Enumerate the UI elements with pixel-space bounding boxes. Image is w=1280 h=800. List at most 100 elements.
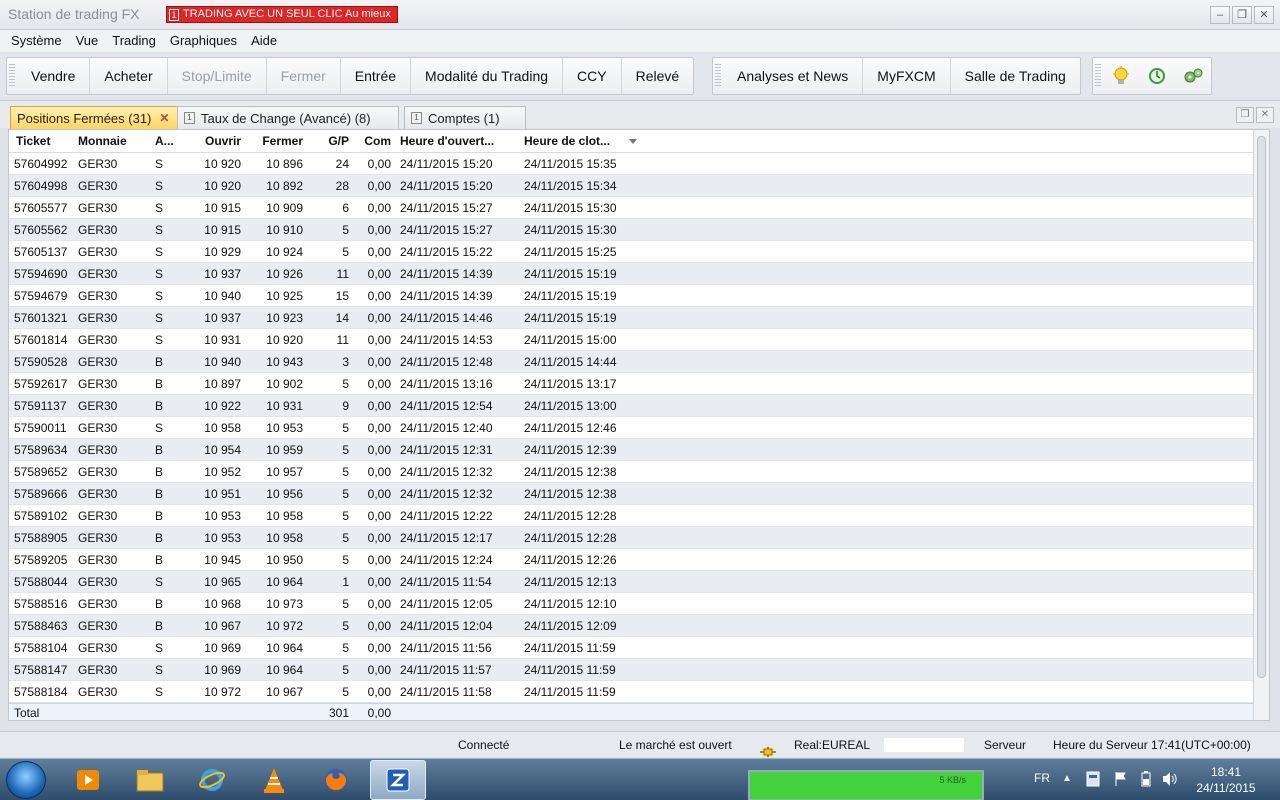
table-row[interactable]: 57588044 GER30 S 10 965 10 964 1 0,00 24/11/201…: [9, 571, 1254, 593]
cell-ticket: 57594679: [14, 289, 68, 303]
start-button[interactable]: [6, 761, 46, 799]
myfxcm-button[interactable]: MyFXCM: [863, 58, 951, 94]
cell-heure-ouverture: 24/11/2015 12:31: [400, 443, 493, 457]
modalite-trading-button[interactable]: Modalité du Trading: [411, 58, 564, 94]
minimize-button[interactable]: –: [1210, 6, 1230, 24]
col-action[interactable]: A...: [155, 130, 185, 153]
table-row[interactable]: 57588516 GER30 B 10 968 10 973 5 0,00 24/11/201…: [9, 593, 1254, 615]
close-button[interactable]: ✕: [1254, 6, 1274, 24]
net-speed-label: 5 KB/s: [939, 775, 966, 785]
toolbar-grip[interactable]: [715, 64, 721, 88]
cell-heure-ouverture: 24/11/2015 14:39: [400, 289, 493, 303]
menu-systeme[interactable]: Système: [4, 30, 69, 52]
ccy-button[interactable]: CCY: [563, 58, 622, 94]
table-row[interactable]: 57589634 GER30 B 10 954 10 959 5 0,00 24/11/201…: [9, 439, 1254, 461]
vlc-icon[interactable]: [246, 760, 302, 800]
fxcm-app-icon[interactable]: [370, 760, 426, 800]
table-row[interactable]: 57601321 GER30 S 10 937 10 923 14 0,00 24/11/20…: [9, 307, 1254, 329]
cell-ouvrir: 10 937: [204, 311, 241, 325]
toolbar-grip[interactable]: [1095, 64, 1101, 88]
menu-vue[interactable]: Vue: [69, 30, 106, 52]
table-row[interactable]: 57588905 GER30 B 10 953 10 958 5 0,00 24/11/201…: [9, 527, 1254, 549]
table-row[interactable]: 57589205 GER30 B 10 945 10 950 5 0,00 24/11/201…: [9, 549, 1254, 571]
language-indicator[interactable]: FR: [1034, 771, 1050, 785]
cell-gp: 5: [342, 465, 349, 479]
lightbulb-icon[interactable]: [1103, 58, 1139, 94]
table-row[interactable]: 57604998 GER30 S 10 920 10 892 28 0,00 24/11/20…: [9, 175, 1254, 197]
cell-gp: 5: [342, 663, 349, 677]
col-heure-ouverture[interactable]: Heure d'ouvert...: [400, 130, 522, 153]
network-meter-widget[interactable]: 5 KB/s: [748, 770, 984, 800]
clock[interactable]: 18:41 24/11/2015: [1196, 765, 1256, 795]
tab-taux-de-change[interactable]: 1 Taux de Change (Avancé) (8): [177, 106, 399, 129]
close-tab-icon[interactable]: ✕: [159, 108, 169, 129]
cell-gp: 3: [342, 355, 349, 369]
analyses-news-button[interactable]: Analyses et News: [723, 58, 864, 94]
gears-icon[interactable]: [1175, 58, 1211, 94]
acheter-button[interactable]: Acheter: [90, 58, 168, 94]
cell-com: 0,00: [367, 311, 391, 325]
col-com[interactable]: Com: [355, 130, 391, 153]
entree-button[interactable]: Entrée: [341, 58, 412, 94]
col-fermer[interactable]: Fermer: [245, 130, 303, 153]
clock-refresh-icon[interactable]: [1139, 58, 1175, 94]
menu-trading[interactable]: Trading: [105, 30, 163, 52]
pane-restore-button[interactable]: ❐: [1236, 107, 1254, 123]
col-monnaie[interactable]: Monnaie: [78, 130, 148, 153]
menu-graphiques[interactable]: Graphiques: [163, 30, 244, 52]
cell-heure-cloture: 24/11/2015 15:19: [524, 311, 617, 325]
table-row[interactable]: 57589652 GER30 B 10 952 10 957 5 0,00 24/11/201…: [9, 461, 1254, 483]
action-center-flag-icon[interactable]: [1114, 771, 1128, 790]
table-row[interactable]: 57594690 GER30 S 10 937 10 926 11 0,00 24/11/20…: [9, 263, 1254, 285]
table-row[interactable]: 57591137 GER30 B 10 922 10 931 9 0,00 24/11/201…: [9, 395, 1254, 417]
cell-gp: 5: [342, 509, 349, 523]
cell-heure-ouverture: 24/11/2015 12:22: [400, 509, 493, 523]
table-row[interactable]: 57604992 GER30 S 10 920 10 896 24 0,00 24/11/20…: [9, 153, 1254, 175]
salle-trading-button[interactable]: Salle de Trading: [951, 58, 1080, 94]
status-bar: Connecté Le marché est ouvert Real:EUREA…: [0, 731, 1280, 757]
media-player-icon[interactable]: [60, 760, 116, 800]
table-row[interactable]: 57590011 GER30 S 10 958 10 953 5 0,00 24/11/201…: [9, 417, 1254, 439]
table-row[interactable]: 57588184 GER30 S 10 972 10 967 5 0,00 24/11/201…: [9, 681, 1254, 703]
internet-explorer-icon[interactable]: [184, 760, 240, 800]
toolbar-grip[interactable]: [9, 64, 15, 88]
file-explorer-icon[interactable]: [122, 760, 178, 800]
table-row[interactable]: 57601814 GER30 S 10 931 10 920 11 0,00 24/11/20…: [9, 329, 1254, 351]
tab-label: Comptes (1): [428, 110, 500, 126]
fermer-button[interactable]: Fermer: [267, 58, 341, 94]
cell-gp: 5: [342, 553, 349, 567]
col-heure-cloture[interactable]: Heure de clot...: [524, 130, 624, 153]
releve-button[interactable]: Relevé: [622, 58, 694, 94]
show-hidden-icons-icon[interactable]: ▲: [1062, 773, 1072, 784]
stop-limite-button[interactable]: Stop/Limite: [168, 58, 267, 94]
table-row[interactable]: 57589102 GER30 B 10 953 10 958 5 0,00 24/11/201…: [9, 505, 1254, 527]
firefox-icon[interactable]: [308, 760, 364, 800]
tab-positions-fermees[interactable]: Positions Fermées (31) ✕: [10, 106, 179, 129]
scrollbar-thumb[interactable]: [1257, 136, 1266, 678]
battery-icon[interactable]: [1140, 771, 1152, 790]
table-row[interactable]: 57594679 GER30 S 10 940 10 925 15 0,00 24/11/20…: [9, 285, 1254, 307]
table-row[interactable]: 57592617 GER30 B 10 897 10 902 5 0,00 24/11/201…: [9, 373, 1254, 395]
table-row[interactable]: 57605577 GER30 S 10 915 10 909 6 0,00 24/11/201…: [9, 197, 1254, 219]
tray-app-icon[interactable]: [1086, 771, 1100, 790]
table-row[interactable]: 57589666 GER30 B 10 951 10 956 5 0,00 24/11/201…: [9, 483, 1254, 505]
menu-aide[interactable]: Aide: [244, 30, 284, 52]
table-row[interactable]: 57588104 GER30 S 10 969 10 964 5 0,00 24/11/201…: [9, 637, 1254, 659]
pane-close-button[interactable]: ✕: [1256, 107, 1274, 123]
tab-comptes[interactable]: 1 Comptes (1): [404, 106, 526, 129]
table-row[interactable]: 57605137 GER30 S 10 929 10 924 5 0,00 24/11/201…: [9, 241, 1254, 263]
vendre-button[interactable]: Vendre: [17, 58, 91, 94]
col-gp[interactable]: G/P: [307, 130, 349, 153]
table-row[interactable]: 57605562 GER30 S 10 915 10 910 5 0,00 24/11/201…: [9, 219, 1254, 241]
window-controls: – ❐ ✕: [1210, 6, 1274, 24]
col-ticket[interactable]: Ticket: [16, 130, 74, 153]
table-row[interactable]: 57588147 GER30 S 10 969 10 964 5 0,00 24/11/201…: [9, 659, 1254, 681]
col-ouvrir[interactable]: Ouvrir: [189, 130, 241, 153]
one-click-trading-banner[interactable]: 1 TRADING AVEC UN SEUL CLIC Au mieux: [166, 6, 398, 23]
volume-icon[interactable]: [1162, 771, 1178, 790]
cell-action: S: [155, 179, 164, 193]
table-row[interactable]: 57590528 GER30 B 10 940 10 943 3 0,00 24/11/201…: [9, 351, 1254, 373]
vertical-scrollbar[interactable]: [1253, 130, 1269, 720]
restore-button[interactable]: ❐: [1232, 6, 1252, 24]
table-row[interactable]: 57588463 GER30 B 10 967 10 972 5 0,00 24/11/201…: [9, 615, 1254, 637]
